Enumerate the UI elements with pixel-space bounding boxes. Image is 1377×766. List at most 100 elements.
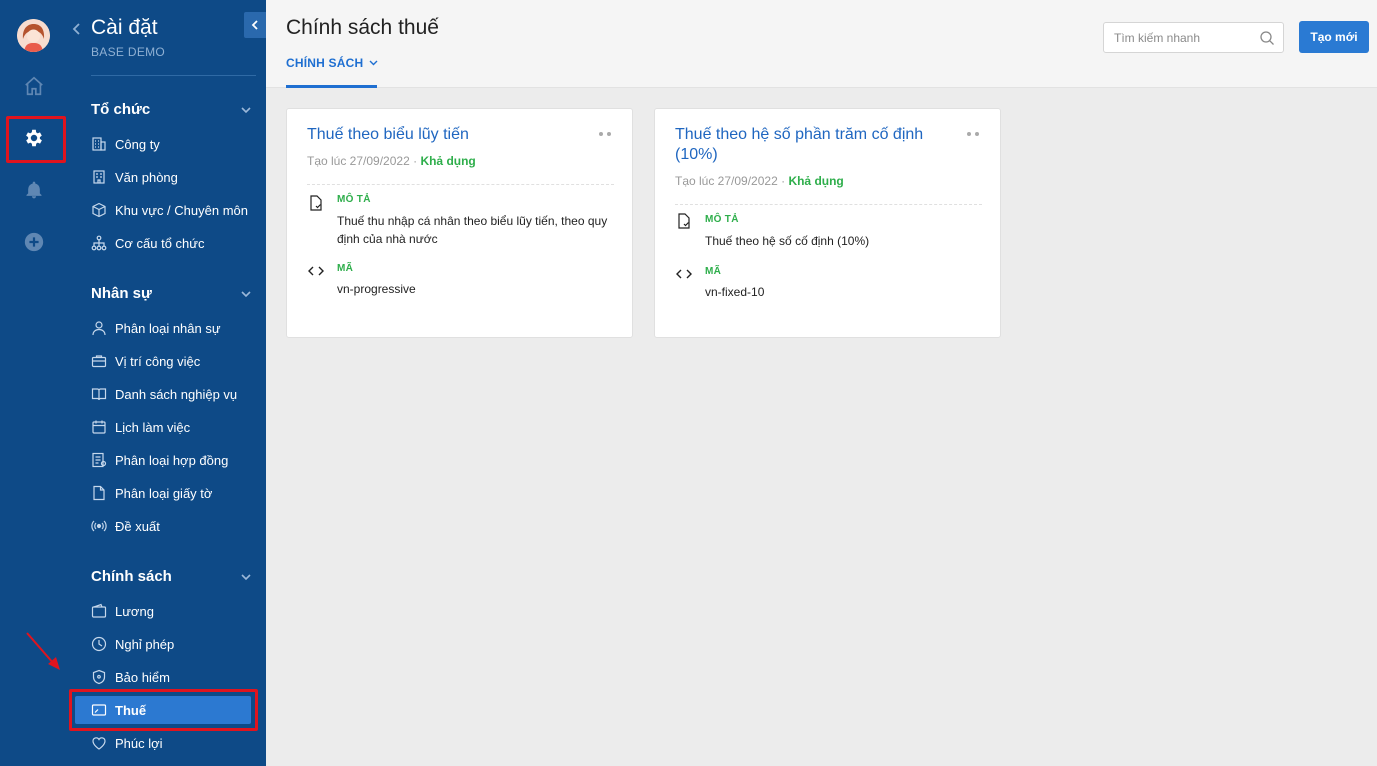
- document-icon: [91, 485, 107, 501]
- wallet-icon: [91, 603, 107, 619]
- description-label: MÔ TẢ: [337, 194, 371, 205]
- sidebar-item-label: Văn phòng: [115, 169, 178, 185]
- clock-icon: [91, 636, 107, 652]
- section-chinh-sach[interactable]: Chính sách: [91, 568, 251, 585]
- sidebar-item-label: Bảo hiểm: [115, 669, 170, 685]
- chevron-down-icon: [241, 573, 251, 580]
- sidebar-item-phan-loai-giay-to[interactable]: Phân loại giấy tờ: [75, 479, 251, 507]
- sidebar-title: Cài đặt: [91, 16, 158, 39]
- sidebar-item-label: Phân loại giấy tờ: [115, 485, 213, 501]
- sidebar-item-label: Nghỉ phép: [115, 636, 175, 652]
- meta-separator: ·: [781, 174, 786, 188]
- sidebar-item-co-cau[interactable]: Cơ cấu tổ chức: [75, 229, 251, 257]
- office-icon: [91, 169, 107, 185]
- sidebar-item-label: Cơ cấu tổ chức: [115, 235, 205, 251]
- more-options-icon[interactable]: [966, 131, 980, 137]
- briefcase-icon: [91, 353, 107, 369]
- chevron-down-icon: [241, 290, 251, 297]
- section-to-chuc[interactable]: Tổ chức: [91, 101, 251, 118]
- bell-icon[interactable]: [0, 170, 67, 210]
- collapse-sidebar-button[interactable]: [244, 12, 266, 38]
- page-header: Chính sách thuế CHÍNH SÁCH Tạo mới: [266, 0, 1377, 88]
- settings-sidebar: Cài đặt BASE DEMO Tổ chức Công ty Văn ph…: [67, 0, 266, 766]
- sidebar-item-lich-lam-viec[interactable]: Lịch làm việc: [75, 413, 251, 441]
- code-icon: [308, 266, 324, 276]
- document-check-icon: [678, 213, 690, 229]
- home-icon[interactable]: [0, 66, 67, 106]
- gear-icon[interactable]: [0, 118, 67, 158]
- section-nhan-su[interactable]: Nhân sự: [91, 285, 251, 302]
- back-chevron-icon[interactable]: [71, 22, 83, 36]
- broadcast-icon: [91, 518, 107, 534]
- sidebar-item-khu-vuc[interactable]: Khu vực / Chuyên môn: [75, 196, 251, 224]
- sidebar-item-label: Phân loại nhân sự: [115, 320, 221, 336]
- created-date: Tạo lúc 27/09/2022: [307, 154, 410, 168]
- user-avatar[interactable]: [17, 19, 50, 52]
- description-label: MÔ TẢ: [705, 214, 739, 225]
- section-title: Chính sách: [91, 568, 172, 585]
- card-divider: [307, 184, 614, 185]
- tab-underline: [286, 85, 377, 88]
- search-box[interactable]: [1103, 22, 1284, 53]
- sidebar-item-thue[interactable]: Thuế: [75, 696, 251, 724]
- page-title: Chính sách thuế: [286, 16, 439, 39]
- sidebar-item-label: Công ty: [115, 136, 160, 152]
- sidebar-item-phan-loai-hop-dong[interactable]: Phân loại hợp đồng: [75, 446, 251, 474]
- document-check-icon: [310, 195, 322, 211]
- sidebar-item-phan-loai-nhan-su[interactable]: Phân loại nhân sự: [75, 314, 251, 342]
- created-date: Tạo lúc 27/09/2022: [675, 174, 778, 188]
- chevron-down-icon: [241, 106, 251, 113]
- card-title[interactable]: Thuế theo biểu lũy tiến: [307, 125, 597, 145]
- org-chart-icon: [91, 235, 107, 251]
- heart-icon: [91, 735, 107, 751]
- calendar-icon: [91, 419, 107, 435]
- status-badge: Khả dụng: [420, 154, 476, 168]
- sidebar-item-label: Lịch làm việc: [115, 419, 191, 435]
- sidebar-item-bao-hiem[interactable]: Bảo hiểm: [75, 663, 251, 691]
- card-meta: Tạo lúc 27/09/2022 · Khả dụng: [307, 154, 476, 168]
- sidebar-item-label: Danh sách nghiệp vụ: [115, 386, 238, 402]
- sidebar-item-nghi-phep[interactable]: Nghỉ phép: [75, 630, 251, 658]
- shield-icon: [91, 669, 107, 685]
- create-new-button[interactable]: Tạo mới: [1299, 21, 1369, 53]
- section-title: Nhân sự: [91, 285, 152, 302]
- description-text: Thuế theo hệ số cố định (10%): [705, 234, 870, 248]
- sidebar-item-label: Đề xuất: [115, 518, 160, 534]
- sidebar-item-label: Phân loại hợp đồng: [115, 452, 229, 468]
- sidebar-item-de-xuat[interactable]: Đề xuất: [75, 512, 251, 540]
- card-meta: Tạo lúc 27/09/2022 · Khả dụng: [675, 174, 844, 188]
- status-badge: Khả dụng: [788, 174, 844, 188]
- book-icon: [91, 386, 107, 402]
- sidebar-item-label: Thuế: [115, 702, 147, 718]
- sidebar-item-vi-tri-cong-viec[interactable]: Vị trí công việc: [75, 347, 251, 375]
- card-title[interactable]: Thuế theo hệ số phần trăm cố định (10%): [675, 125, 965, 165]
- building-icon: [91, 136, 107, 152]
- sidebar-divider: [91, 75, 256, 76]
- card-divider: [675, 204, 982, 205]
- description-text: Thuế thu nhập cá nhân theo biểu lũy tiến…: [337, 214, 608, 246]
- sidebar-item-phuc-loi[interactable]: Phúc lợi: [75, 729, 251, 757]
- sidebar-item-danh-sach-nghiep-vu[interactable]: Danh sách nghiệp vụ: [75, 380, 251, 408]
- search-icon[interactable]: [1259, 30, 1275, 46]
- red-arrow-icon: [26, 632, 60, 670]
- sidebar-item-luong[interactable]: Lương: [75, 597, 251, 625]
- sidebar-item-cong-ty[interactable]: Công ty: [75, 130, 251, 158]
- more-options-icon[interactable]: [598, 131, 612, 137]
- policy-card[interactable]: Thuế theo biểu lũy tiến Tạo lúc 27/09/20…: [286, 108, 633, 338]
- sidebar-item-label: Vị trí công việc: [115, 353, 201, 369]
- sidebar-item-label: Lương: [115, 603, 154, 619]
- meta-separator: ·: [413, 154, 418, 168]
- cube-icon: [91, 202, 107, 218]
- code-icon: [676, 269, 692, 279]
- sidebar-subtitle: BASE DEMO: [91, 45, 166, 59]
- policy-card[interactable]: Thuế theo hệ số phần trăm cố định (10%) …: [654, 108, 1001, 338]
- search-input[interactable]: [1104, 23, 1254, 52]
- sidebar-item-van-phong[interactable]: Văn phòng: [75, 163, 251, 191]
- tab-chinh-sach[interactable]: CHÍNH SÁCH: [286, 56, 378, 70]
- contract-icon: [91, 452, 107, 468]
- code-value: vn-fixed-10: [705, 285, 765, 299]
- code-label: MÃ: [337, 263, 354, 274]
- add-circle-icon[interactable]: [0, 222, 67, 262]
- code-label: MÃ: [705, 266, 722, 277]
- chevron-down-icon: [369, 60, 378, 66]
